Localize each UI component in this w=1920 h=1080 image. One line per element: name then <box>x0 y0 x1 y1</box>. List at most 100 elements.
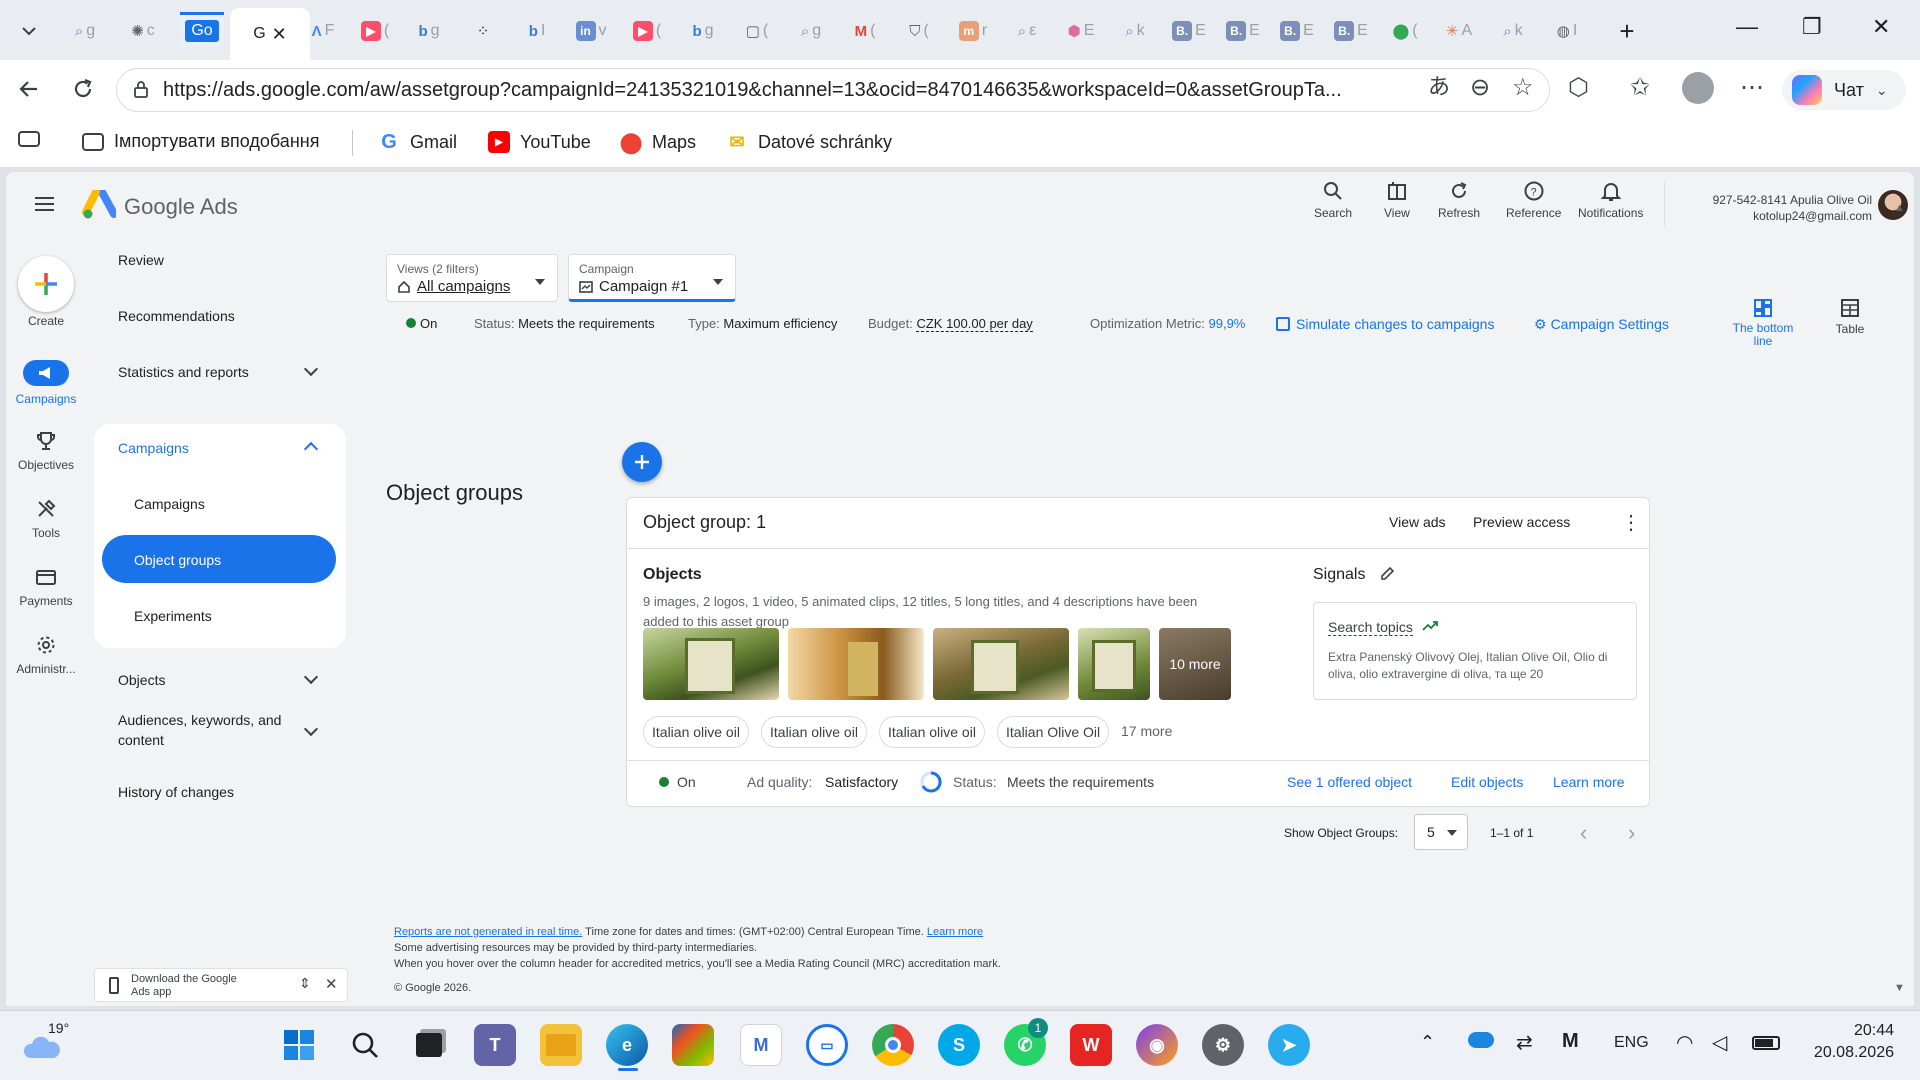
see-offered-object-link[interactable]: See 1 offered object <box>1287 774 1412 790</box>
sync-icon[interactable]: ⇄ <box>1516 1030 1533 1055</box>
browser-tab[interactable]: ⌕ k <box>1490 12 1536 50</box>
nav-history-of-changes[interactable]: History of changes <box>118 780 234 804</box>
skype-icon[interactable]: S <box>938 1024 980 1066</box>
translate-icon[interactable]: あ <box>1428 76 1450 98</box>
browser-tab[interactable]: mr <box>950 12 996 50</box>
rail-payments[interactable]: Payments <box>6 566 86 608</box>
close-window-button[interactable]: ✕ <box>1872 14 1890 40</box>
browser-tab[interactable]: ▶( <box>352 12 398 50</box>
browser-tab[interactable]: ⌕ g <box>788 12 834 50</box>
header-notifications-button[interactable]: Notifications <box>1578 180 1643 220</box>
asset-image-thumbnail[interactable] <box>933 628 1069 700</box>
task-view-icon[interactable] <box>408 1024 450 1066</box>
settings-gear-icon[interactable]: ⚙ <box>1202 1024 1244 1066</box>
browser-tab[interactable]: ◍ I <box>1544 12 1590 50</box>
account-info[interactable]: 927-542-8141 Apulia Olive Oil kotolup24@… <box>1676 192 1872 224</box>
prev-page-icon[interactable]: ‹ <box>1580 820 1587 846</box>
add-object-group-button[interactable] <box>622 442 662 482</box>
chevron-down-icon[interactable] <box>303 361 319 377</box>
browser-tab[interactable]: ⌕ k <box>1112 12 1158 50</box>
browser-tab[interactable]: bI <box>514 12 560 50</box>
rail-objectives[interactable]: Objectives <box>6 430 86 472</box>
bookmark-youtube[interactable]: ▶ YouTube <box>488 131 591 153</box>
address-bar[interactable]: https://ads.google.com/aw/assetgroup?cam… <box>116 68 1550 112</box>
nav-statistics-and-reports[interactable]: Statistics and reports <box>118 360 249 384</box>
site-info-icon[interactable] <box>131 79 151 99</box>
bookmark-maps[interactable]: ⬤ Maps <box>620 131 696 154</box>
browser-tab[interactable]: ΛF <box>300 12 346 50</box>
rail-administration[interactable]: Administr... <box>6 634 86 676</box>
chips-more[interactable]: 17 more <box>1121 723 1172 739</box>
simulate-changes-link[interactable]: Simulate changes to campaigns <box>1276 316 1494 332</box>
browser-tab[interactable]: bg <box>680 12 726 50</box>
nav-recommendations[interactable]: Recommendations <box>118 304 235 328</box>
ad-quality-gauge-icon[interactable] <box>919 770 943 799</box>
search-topics-box[interactable]: Search topics Extra Panenský Olivový Ole… <box>1313 602 1637 700</box>
nav-experiments[interactable]: Experiments <box>134 604 212 628</box>
view-bottom-line-button[interactable]: The bottom line <box>1726 298 1800 348</box>
asset-chip[interactable]: Italian olive oil <box>761 716 867 748</box>
file-explorer-icon[interactable] <box>540 1024 582 1066</box>
clock[interactable]: 20:44 20.08.2026 <box>1800 1020 1894 1064</box>
favorites-icon[interactable]: ✩ <box>1630 76 1650 100</box>
close-icon[interactable]: ✕ <box>272 24 287 45</box>
extensions-icon[interactable]: ⬡ <box>1568 76 1589 100</box>
browser-tab-go[interactable]: Go <box>180 12 224 46</box>
chevron-down-icon[interactable] <box>303 721 319 737</box>
messenger-icon[interactable]: ▭ <box>806 1024 848 1066</box>
asset-image-thumbnail[interactable] <box>788 628 924 700</box>
volume-icon[interactable]: ◁ <box>1712 1030 1727 1055</box>
asset-chip[interactable]: Italian olive oil <box>643 716 749 748</box>
zoom-icon[interactable]: ⊖ <box>1470 76 1490 100</box>
nav-audiences-keywords-content[interactable]: Audiences, keywords, and content <box>118 710 281 750</box>
input-language[interactable]: ENG <box>1614 1034 1649 1052</box>
profile-avatar[interactable] <box>1682 72 1714 104</box>
campaign-settings-link[interactable]: ⚙ Campaign Settings <box>1534 316 1669 333</box>
bookmark-datove-schranky[interactable]: ✉ Datové schránky <box>726 131 892 153</box>
wps-office-icon[interactable]: W <box>1070 1024 1112 1066</box>
browser-tab[interactable]: B. E <box>1166 12 1212 50</box>
chrome-icon[interactable] <box>872 1024 914 1066</box>
view-table-button[interactable]: Table <box>1820 298 1880 336</box>
rail-tools[interactable]: Tools <box>6 498 86 540</box>
hamburger-menu-icon[interactable] <box>34 196 56 217</box>
footer-learn-more-link[interactable]: Learn more <box>927 926 983 938</box>
browser-tab[interactable]: ⁘ <box>460 12 506 50</box>
weather-widget[interactable]: 19° <box>22 1020 82 1064</box>
chevron-down-icon[interactable] <box>303 669 319 685</box>
campaign-select[interactable]: Campaign Campaign #1 <box>568 254 736 302</box>
bookmark-import[interactable]: Імпортувати вподобання <box>82 131 319 152</box>
teams-icon[interactable]: T <box>474 1024 516 1066</box>
asset-chip[interactable]: Italian Olive Oil <box>997 716 1110 748</box>
browser-tab[interactable]: ⬤( <box>1382 12 1428 50</box>
tab-list-button[interactable] <box>6 12 52 50</box>
battery-icon[interactable] <box>1752 1036 1780 1050</box>
wifi-icon[interactable]: ◠ <box>1676 1030 1693 1055</box>
browser-tab[interactable]: ✳ A <box>1436 12 1482 50</box>
browser-tab-active[interactable]: G ✕ <box>230 8 310 60</box>
scroll-up-icon[interactable]: ▲ <box>1894 202 1905 214</box>
browser-tab[interactable]: ▶( <box>624 12 670 50</box>
browser-tab[interactable]: ✺ c <box>120 12 166 50</box>
minimize-button[interactable]: — <box>1736 14 1758 40</box>
onedrive-icon[interactable] <box>1468 1032 1494 1048</box>
browser-tab[interactable]: ⬢ E <box>1058 12 1104 50</box>
sidebar-toggle-icon[interactable] <box>18 131 40 147</box>
browser-tab[interactable]: B. E <box>1274 12 1320 50</box>
nav-campaigns-section[interactable]: Campaigns <box>118 436 189 460</box>
page-size-select[interactable]: 5 <box>1414 814 1468 850</box>
more-assets-thumbnail[interactable]: 10 more <box>1159 628 1231 700</box>
mail-tray-icon[interactable]: M <box>1562 1030 1579 1053</box>
view-ads-link[interactable]: View ads <box>1389 514 1446 530</box>
close-icon[interactable]: ✕ <box>325 975 338 993</box>
browser-tab[interactable]: in v <box>568 12 614 50</box>
edit-objects-link[interactable]: Edit objects <box>1451 774 1523 790</box>
rail-campaigns[interactable]: Campaigns <box>6 360 86 406</box>
download-app-banner[interactable]: Download the Google Ads app ⇕ ✕ <box>94 968 348 1002</box>
refresh-icon[interactable] <box>70 76 96 107</box>
reports-note-link[interactable]: Reports are not generated in real time. <box>394 926 582 938</box>
header-search-button[interactable]: Search <box>1314 180 1352 220</box>
next-page-icon[interactable]: › <box>1628 820 1635 846</box>
back-icon[interactable] <box>16 76 42 107</box>
tray-chevron-up-icon[interactable]: ⌃ <box>1420 1032 1435 1053</box>
